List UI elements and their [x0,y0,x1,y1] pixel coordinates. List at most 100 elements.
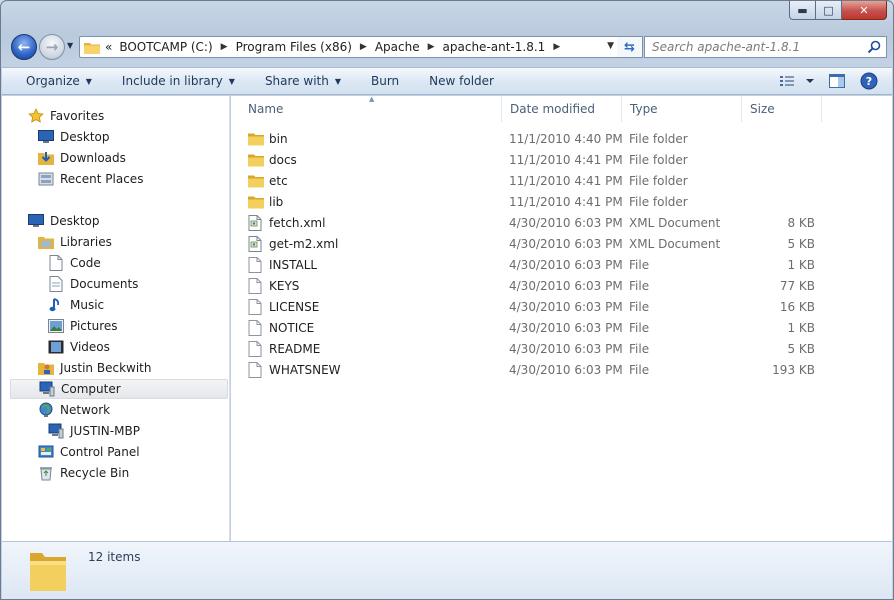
file-name-cell[interactable]: README [248,338,320,359]
star-icon [28,108,44,124]
file-name-cell[interactable]: NOTICE [248,317,314,338]
date-modified-cell: 11/1/2010 4:41 PM [509,152,623,167]
tree-item-control-panel[interactable]: Control Panel [38,442,140,462]
chevron-right-icon[interactable]: ▶ [221,42,228,52]
minimize-button[interactable]: ▬ [789,1,816,20]
tree-item-recent-places[interactable]: Recent Places [38,169,143,189]
file-row[interactable]: get-m2.xml 4/30/2010 6:03 PM XML Document 5… [231,233,831,254]
file-row[interactable]: LICENSE 4/30/2010 6:03 PM File 16 KB [231,296,831,317]
file-name-cell[interactable]: KEYS [248,275,299,296]
tree-item-downloads[interactable]: Downloads [38,148,126,168]
file-row[interactable]: bin 11/1/2010 4:40 PM File folder [231,128,831,149]
file-row[interactable]: WHATSNEW 4/30/2010 6:03 PM File 193 KB [231,359,831,380]
documents-icon [48,276,64,292]
file-icon [248,361,264,378]
file-name-cell[interactable]: lib [248,191,283,212]
refresh-button[interactable]: ⇆ [617,36,643,58]
file-row[interactable]: KEYS 4/30/2010 6:03 PM File 77 KB [231,275,831,296]
file-row[interactable]: lib 11/1/2010 4:41 PM File folder [231,191,831,212]
forward-arrow-icon: → [45,38,59,56]
organize-button[interactable]: Organize ▼ [2,68,104,94]
chevron-right-icon[interactable]: ▶ [553,42,560,52]
chevron-right-icon[interactable]: ▶ [428,42,435,52]
address-overflow[interactable]: « [105,40,112,54]
file-name-cell[interactable]: INSTALL [248,254,317,275]
burn-label: Burn [371,74,400,88]
back-button[interactable]: ← [11,34,37,60]
file-name-cell[interactable]: bin [248,128,288,149]
search-icon[interactable] [867,40,881,54]
file-name-cell[interactable]: get-m2.xml [248,233,338,254]
breadcrumb-program-files[interactable]: Program Files (x86) [236,40,352,54]
tree-item-desktop[interactable]: Desktop [28,211,100,231]
maximize-button[interactable]: □ [816,1,842,20]
column-header-type[interactable]: Type [622,96,742,122]
file-name-cell[interactable]: LICENSE [248,296,319,317]
tree-item-desktop-favorite[interactable]: Desktop [38,127,110,147]
folder-icon [248,131,264,147]
file-row[interactable]: fetch.xml 4/30/2010 6:03 PM XML Document 8 … [231,212,831,233]
tree-item-libraries[interactable]: Libraries [38,232,112,252]
tree-item-documents[interactable]: Documents [48,274,138,294]
file-icon [248,256,264,273]
file-row[interactable]: README 4/30/2010 6:03 PM File 5 KB [231,338,831,359]
tree-item-videos[interactable]: Videos [48,337,110,357]
file-name-cell[interactable]: docs [248,149,297,170]
breadcrumb-apache[interactable]: Apache [375,40,420,54]
address-dropdown-icon[interactable]: ▼ [607,41,614,51]
size-cell [743,191,815,212]
close-button[interactable]: ✕ [842,1,887,20]
downloads-icon [38,150,54,166]
tree-item-computer[interactable]: Computer [10,379,228,399]
tree-label: Justin Beckwith [60,361,152,375]
tree-item-code[interactable]: Code [48,253,101,273]
tree-item-favorites[interactable]: Favorites [28,106,104,126]
date-modified-cell: 4/30/2010 6:03 PM [509,215,623,230]
recycle-bin-icon [38,465,54,481]
preview-pane-button[interactable] [824,70,850,92]
date-modified-cell: 11/1/2010 4:41 PM [509,194,623,209]
file-name: fetch.xml [269,215,326,230]
forward-button[interactable]: → [39,34,65,60]
explorer-window: ▬ □ ✕ ← → ▼ « BOOTCAMP (C:) ▶ Program Fi… [0,0,894,600]
tree-item-user[interactable]: Justin Beckwith [38,358,151,378]
tree-label: Pictures [70,319,118,333]
file-name-cell[interactable]: WHATSNEW [248,359,341,380]
tree-item-music[interactable]: Music [48,295,104,315]
include-in-library-button[interactable]: Include in library ▼ [104,68,247,94]
address-bar[interactable]: « BOOTCAMP (C:) ▶ Program Files (x86) ▶ … [79,36,619,58]
user-folder-icon [38,360,54,376]
breadcrumb-apache-ant[interactable]: apache-ant-1.8.1 [443,40,546,54]
date-modified-cell: 4/30/2010 6:03 PM [509,341,623,356]
recent-places-icon [38,171,54,187]
column-header-name[interactable]: Name [240,96,502,122]
file-name-cell[interactable]: fetch.xml [248,212,325,233]
file-row[interactable]: etc 11/1/2010 4:41 PM File folder [231,170,831,191]
file-row[interactable]: NOTICE 4/30/2010 6:03 PM File 1 KB [231,317,831,338]
file-icon [248,319,264,336]
file-name-cell[interactable]: etc [248,170,288,191]
breadcrumb-bootcamp[interactable]: BOOTCAMP (C:) [119,40,212,54]
tree-item-pictures[interactable]: Pictures [48,316,118,336]
new-folder-button[interactable]: New folder [411,68,506,94]
file-icon [248,277,264,294]
tree-label: Music [70,298,105,312]
burn-button[interactable]: Burn [353,68,411,94]
column-header-date-modified[interactable]: Date modified [502,96,622,122]
file-row[interactable]: INSTALL 4/30/2010 6:03 PM File 1 KB [231,254,831,275]
navigation-row: ← → ▼ « BOOTCAMP (C:) ▶ Program Files (x… [9,34,887,60]
recent-pages-dropdown[interactable]: ▼ [67,41,73,50]
share-with-button[interactable]: Share with ▼ [247,68,353,94]
tree-label: Videos [70,340,110,354]
file-icon [248,298,264,315]
column-header-size[interactable]: Size [742,96,822,122]
chevron-right-icon[interactable]: ▶ [360,42,367,52]
change-view-button[interactable] [778,70,818,92]
file-row[interactable]: docs 11/1/2010 4:41 PM File folder [231,149,831,170]
search-input[interactable] [652,40,857,54]
tree-item-recycle-bin[interactable]: Recycle Bin [38,463,129,483]
search-box[interactable] [644,36,887,58]
help-button[interactable]: ? [856,70,882,92]
tree-item-justin-mbp[interactable]: JUSTIN-MBP [48,421,140,441]
tree-item-network[interactable]: Network [38,400,110,420]
